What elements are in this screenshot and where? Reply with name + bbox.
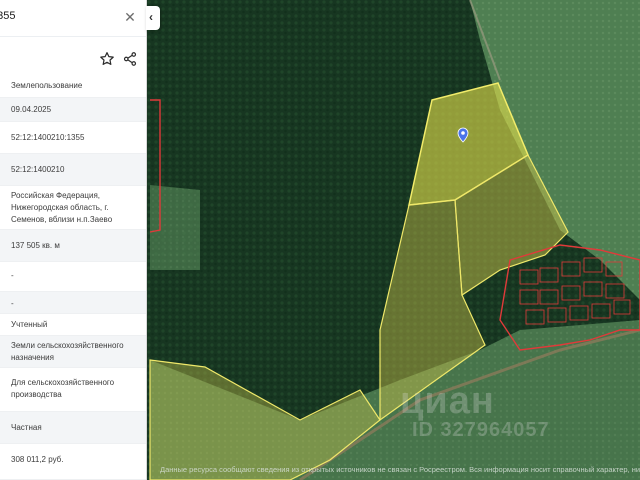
share-icon[interactable]	[121, 50, 139, 68]
detail-value: 09.04.2025	[11, 105, 52, 114]
watermark: циан ID 327964057	[400, 380, 550, 442]
detail-value: 137 505 кв. м	[11, 241, 60, 250]
star-icon[interactable]	[98, 50, 116, 68]
detail-value: -	[11, 299, 14, 308]
detail-value: Земли сельскохозяйственного назначения	[11, 341, 124, 362]
map-attribution: Данные ресурса сообщают сведения из откр…	[160, 465, 640, 474]
clearing	[150, 185, 200, 270]
detail-value: Частная	[11, 423, 42, 432]
parcel-info-panel: :1355 ✕ Землепользование 09.04.2025 52:1…	[0, 0, 147, 480]
detail-value: -	[11, 271, 14, 280]
detail-value: Для сельскохозяйственного производства	[11, 378, 115, 399]
search-bar[interactable]: :1355 ✕	[0, 0, 146, 37]
detail-value: Землепользование	[11, 81, 83, 90]
detail-empty: -	[0, 262, 146, 292]
watermark-id: ID 327964057	[412, 419, 550, 441]
detail-date: 09.04.2025	[0, 98, 146, 122]
detail-status: Учтенный	[0, 314, 146, 336]
detail-empty: -	[0, 292, 146, 314]
search-input[interactable]: :1355	[0, 10, 16, 22]
detail-permitted-use: Для сельскохозяйственного производства	[0, 368, 146, 412]
detail-value: 308 011,2 руб.	[11, 455, 64, 464]
detail-area: 137 505 кв. м	[0, 230, 146, 262]
detail-cadastral-block: 52:12:1400210	[0, 154, 146, 186]
detail-value: Учтенный	[11, 320, 48, 329]
detail-value: Российская Федерация, Нижегородская обла…	[11, 191, 113, 224]
detail-land-category: Земли сельскохозяйственного назначения	[0, 336, 146, 368]
detail-ownership: Частная	[0, 412, 146, 444]
detail-cadastral-number: 52:12:1400210:1355	[0, 122, 146, 154]
collapse-panel-button[interactable]: ‹	[146, 6, 160, 30]
detail-address: Российская Федерация, Нижегородская обла…	[0, 186, 146, 230]
detail-cadastral-value: 308 011,2 руб.	[0, 444, 146, 480]
detail-value: 52:12:1400210	[11, 165, 65, 174]
detail-land-use: Землепользование	[0, 78, 146, 98]
watermark-brand: циан	[400, 380, 495, 422]
close-icon[interactable]: ✕	[122, 9, 138, 25]
panel-actions	[0, 37, 146, 79]
chevron-left-icon: ‹	[149, 10, 153, 24]
detail-value: 52:12:1400210:1355	[11, 133, 85, 142]
